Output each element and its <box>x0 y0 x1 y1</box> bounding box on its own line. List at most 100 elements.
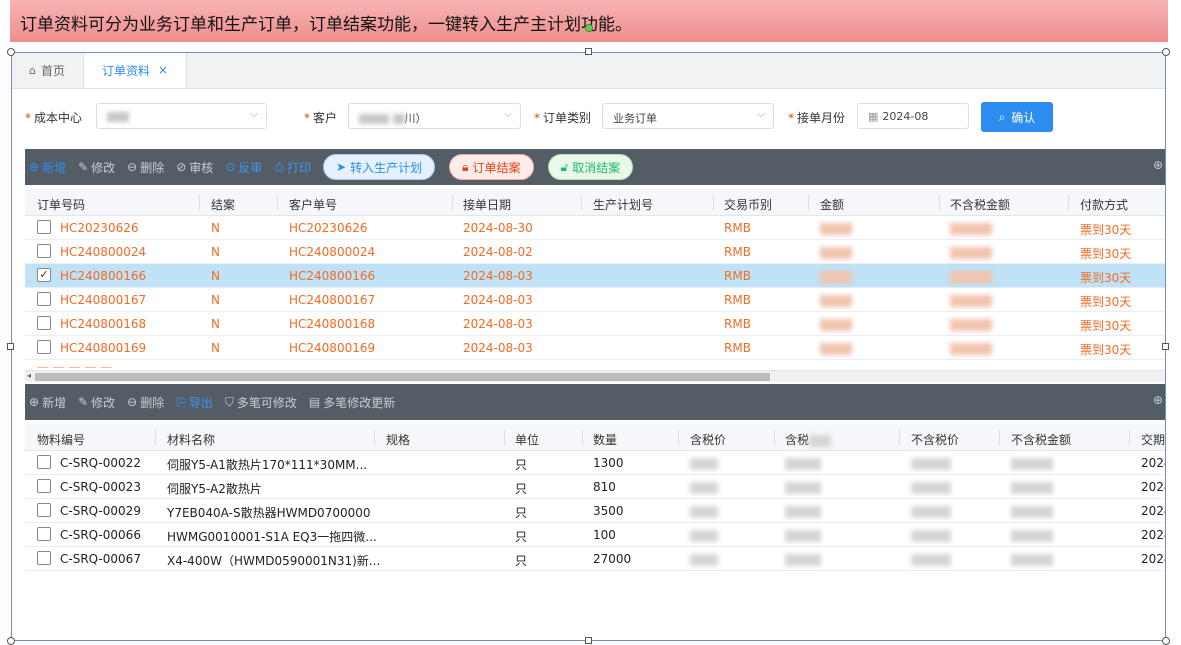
resize-handle[interactable] <box>1162 343 1169 350</box>
col-unit[interactable]: 单位 <box>515 431 539 448</box>
resize-handle[interactable] <box>1162 637 1170 645</box>
col-customer-no[interactable]: 客户单号 <box>289 196 337 213</box>
col-order-date[interactable]: 接单日期 <box>463 196 511 213</box>
order-no[interactable]: HC240800168 <box>60 317 146 331</box>
order-no[interactable]: HC240800166 <box>60 269 146 283</box>
material-export-button[interactable]: ⎘ 导出 <box>176 394 213 411</box>
home-icon: ⌂ <box>29 63 36 77</box>
order-unaudit-button[interactable]: ⊙ 反审 <box>225 159 262 176</box>
table-row[interactable]: HC240800169 N HC240800169 2024-08-03 RMB 票到30… <box>25 336 1166 360</box>
order-no[interactable]: HC240800024 <box>60 245 146 259</box>
material-qty: 27000 <box>593 552 632 566</box>
resize-handle[interactable] <box>7 343 14 350</box>
multi-update-button[interactable]: ▤ 多笔修改更新 <box>309 394 395 411</box>
material-qty: 810 <box>593 480 616 494</box>
row-checkbox[interactable] <box>37 479 51 493</box>
price-ex-tax-redacted <box>911 504 951 518</box>
col-payment[interactable]: 付款方式 <box>1080 196 1128 213</box>
table-row[interactable]: ✓ HC240800166 N HC240800166 2024-08-03 RMB 票到3… <box>25 264 1166 288</box>
order-month-picker[interactable]: ▦ 2024-08 <box>857 103 969 129</box>
col-spec[interactable]: 规格 <box>386 431 410 448</box>
resize-handle[interactable] <box>1162 48 1170 56</box>
order-grid-hscrollbar[interactable]: ◂ <box>25 370 1166 382</box>
order-audit-button[interactable]: ⊘ 审核 <box>176 159 213 176</box>
table-row[interactable]: HC240800167 N HC240800167 2024-08-03 RMB 票到30… <box>25 288 1166 312</box>
filter-icon: ⛉ <box>224 394 234 409</box>
settings-icon[interactable]: ⊕ <box>1153 158 1163 172</box>
col-currency[interactable]: 交易币别 <box>724 196 772 213</box>
customer-no: HC240800167 <box>289 293 376 307</box>
col-amount[interactable]: 金额 <box>820 196 844 213</box>
table-row[interactable]: HC240800168 N HC240800168 2024-08-03 RMB 票到30… <box>25 312 1166 336</box>
col-unit-price-ex-tax[interactable]: 不含税价 <box>911 431 959 448</box>
col-material-code[interactable]: 物料编号 <box>37 431 85 448</box>
close-order-button[interactable]: 🔒︎ 订单结案 <box>449 154 534 180</box>
row-checkbox[interactable] <box>37 292 51 306</box>
row-checkbox[interactable] <box>37 503 51 517</box>
confirm-button[interactable]: ⌕ 确认 <box>981 102 1053 132</box>
row-checkbox[interactable] <box>37 527 51 541</box>
row-checkbox[interactable] <box>37 220 51 234</box>
order-no[interactable]: HC20230626 <box>60 221 138 235</box>
resize-handle[interactable] <box>585 637 592 644</box>
scrollbar-thumb[interactable] <box>35 373 770 381</box>
table-row[interactable]: C-SRQ-00066 HWMG0010001-S1A EQ3一拖四微... 只 10… <box>25 523 1166 547</box>
tab-bar: ⌂ 首页 订单资料 × <box>11 53 1166 89</box>
col-order-no[interactable]: 订单号码 <box>37 196 85 213</box>
col-plan-no[interactable]: 生产计划号 <box>593 196 653 213</box>
material-add-button[interactable]: ⊕ 新增 <box>29 394 66 411</box>
tab-order-data[interactable]: 订单资料 × <box>83 53 188 88</box>
row-checkbox[interactable] <box>37 316 51 330</box>
material-qty: 100 <box>593 528 616 542</box>
resize-handle[interactable] <box>7 637 15 645</box>
unlock-icon: 🔓︎ <box>560 159 569 174</box>
row-checkbox[interactable]: ✓ <box>37 268 51 282</box>
table-row[interactable]: C-SRQ-00023 伺服Y5-A2散热片 只 810 2024 <box>25 475 1166 499</box>
order-print-button[interactable]: ⎙ 打印 <box>274 159 311 176</box>
cost-center-select[interactable]: ⌵ <box>96 103 267 129</box>
scroll-left-icon[interactable]: ◂ <box>27 371 31 380</box>
material-toolbar: ⊕ 新增 ✎ 修改 ⊖ 删除 ⎘ 导出 ⛉ 多笔可修改 ▤ 多笔修改更新 ⊕ <box>25 384 1166 420</box>
settings-icon[interactable]: ⊕ <box>1153 393 1163 407</box>
col-material-name[interactable]: 材料名称 <box>167 431 215 448</box>
col-due-date[interactable]: 交期 <box>1141 431 1165 448</box>
order-add-button[interactable]: ⊕ 新增 <box>29 159 66 176</box>
col-amount-tax[interactable]: 含税 <box>785 431 832 448</box>
to-production-plan-button[interactable]: ➤ 转入生产计划 <box>323 154 436 180</box>
order-no[interactable]: HC240800169 <box>60 341 146 355</box>
material-delete-button[interactable]: ⊖ 删除 <box>127 394 164 411</box>
order-type-select[interactable]: 业务订单 ⌵ <box>602 103 774 129</box>
multi-edit-button[interactable]: ⛉ 多笔可修改 <box>225 394 297 411</box>
table-row[interactable]: C-SRQ-00067 X4-400W（HWMD0590001N31)新... 只 2… <box>25 547 1166 571</box>
order-edit-button[interactable]: ✎ 修改 <box>78 159 115 176</box>
row-checkbox[interactable] <box>37 551 51 565</box>
cancel-close-button[interactable]: 🔓︎ 取消结案 <box>547 154 634 180</box>
resize-handle[interactable] <box>585 48 592 55</box>
table-row[interactable]: C-SRQ-00029 Y7EB040A-S散热器HWMD0700000 只 3500… <box>25 499 1166 523</box>
row-checkbox[interactable] <box>37 244 51 258</box>
price-redacted <box>690 480 718 494</box>
order-toolbar: ⊕ 新增 ✎ 修改 ⊖ 删除 ⊘ 审核 ⊙ 反审 ⎙ 打印 ➤ 转入生产计划 🔒︎ 订单结案 🔓… <box>25 149 1166 185</box>
due-date: 2024 <box>1141 528 1166 542</box>
table-row[interactable]: HC20230626 N HC20230626 2024-08-30 RMB 票到30天 <box>25 216 1166 240</box>
order-no[interactable]: HC240800167 <box>60 293 146 307</box>
row-checkbox[interactable] <box>37 340 51 354</box>
row-checkbox[interactable] <box>37 455 51 469</box>
tab-home[interactable]: ⌂ 首页 <box>11 53 83 88</box>
material-edit-button[interactable]: ✎ 修改 <box>78 394 115 411</box>
rotate-handle[interactable] <box>585 24 593 32</box>
resize-handle[interactable] <box>7 48 15 56</box>
table-row[interactable]: HC240800024 N HC240800024 2024-08-02 RMB 票到30… <box>25 240 1166 264</box>
col-qty[interactable]: 数量 <box>593 431 617 448</box>
amount-ex-tax-redacted <box>1011 552 1053 566</box>
material-code: C-SRQ-00029 <box>60 504 141 518</box>
col-amount-ex-tax[interactable]: 不含税金额 <box>950 196 1010 213</box>
customer-select[interactable]: 川） ⌵ <box>348 103 521 129</box>
order-delete-button[interactable]: ⊖ 删除 <box>127 159 164 176</box>
table-row[interactable]: C-SRQ-00022 伺服Y5-A1散热片170*111*30MM... 只 130… <box>25 451 1166 475</box>
col-unit-price-tax[interactable]: 含税价 <box>690 431 726 448</box>
close-icon[interactable]: × <box>158 63 168 77</box>
col-amount-ex-tax[interactable]: 不含税金额 <box>1011 431 1071 448</box>
payment-terms: 票到30天 <box>1080 223 1132 237</box>
col-closed[interactable]: 结案 <box>211 196 235 213</box>
